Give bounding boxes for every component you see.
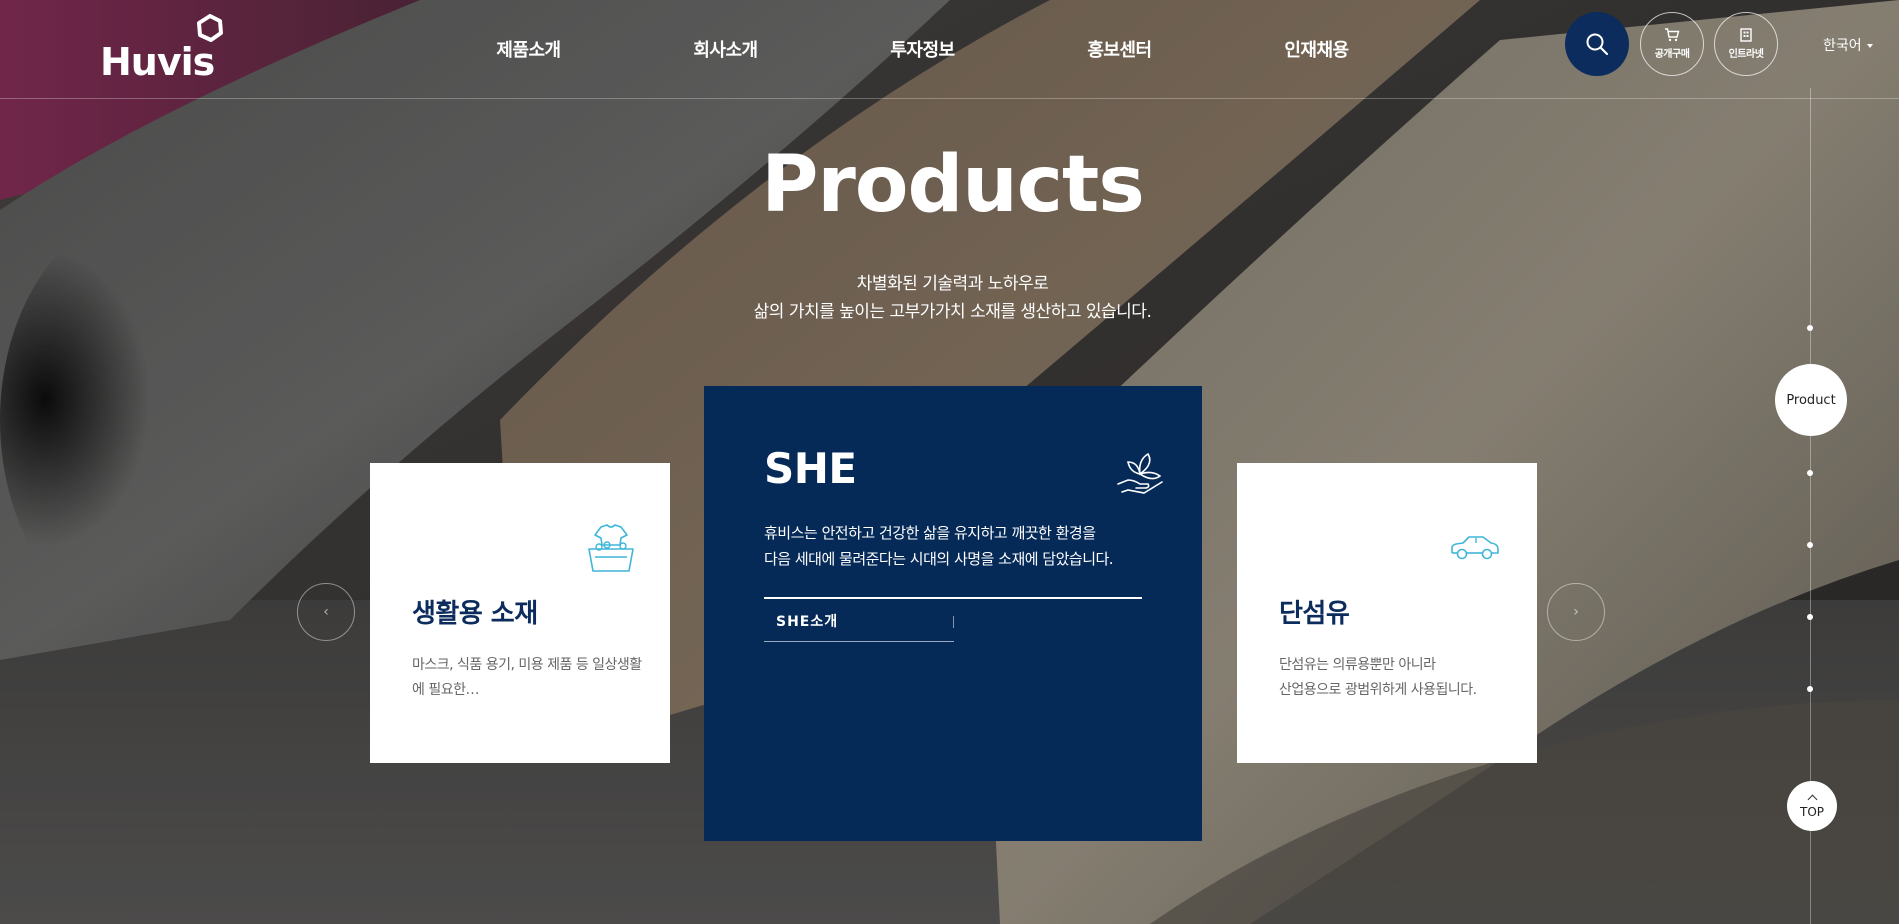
she-intro-link[interactable]: SHE소개 [764,612,954,642]
search-icon [1586,33,1609,56]
logo-text: Huvis [100,40,215,84]
card-text: 단섬유는 의류용뿐만 아니라 산업용으로 광범위하게 사용됩니다. [1279,653,1509,703]
section-nav-active-label: Product [1786,392,1836,408]
section-nav-dot[interactable] [1807,686,1813,692]
hand-leaf-icon [1117,452,1163,494]
cart-icon [1665,28,1680,42]
site-header: Huvis 제품소개 회사소개 투자정보 홍보센터 인재채용 공개구매 인트라넷 [0,0,1899,99]
brand-logo[interactable]: Huvis [100,12,230,84]
intranet-button[interactable]: 인트라넷 [1714,12,1778,76]
card-text-line-1: 휴비스는 안전하고 건강한 삶을 유지하고 깨끗한 환경을 [764,524,1096,542]
chevron-up-icon [1807,794,1817,805]
card-text: 휴비스는 안전하고 건강한 삶을 유지하고 깨끗한 환경을 다음 세대에 물려준… [764,520,1164,572]
link-label: SHE소개 [776,614,839,630]
card-title: SHE [764,444,857,493]
purchase-button[interactable]: 공개구매 [1640,12,1704,76]
main-nav: 제품소개 회사소개 투자정보 홍보센터 인재채용 [430,36,1415,62]
card-text-line-2: 산업용으로 광범위하게 사용됩니다. [1279,682,1477,698]
intranet-label: 인트라넷 [1728,49,1764,60]
logo-ring-icon [197,14,223,42]
nav-item-pr-center[interactable]: 홍보센터 [1021,36,1218,62]
search-button[interactable] [1565,12,1629,76]
section-nav-dot[interactable] [1807,325,1813,331]
section-nav-dot[interactable] [1807,470,1813,476]
language-selector[interactable]: 한국어 [1823,35,1873,55]
description-line-1: 차별화된 기술력과 노하우로 [856,274,1049,294]
section-nav-dot[interactable] [1807,614,1813,620]
carousel-next-button[interactable]: › [1547,583,1605,641]
purchase-label: 공개구매 [1654,49,1690,60]
page-description: 차별화된 기술력과 노하우로 삶의 가치를 높이는 고부가가치 소재를 생산하고… [0,270,1899,326]
laundry-basket-icon [588,524,634,572]
card-title: 단섬유 [1279,599,1350,629]
building-icon [1740,28,1752,42]
link-separator [953,616,954,628]
carousel-prev-button[interactable]: ‹ [297,583,355,641]
section-nav-active[interactable]: Product [1775,364,1847,436]
card-title: 생활용 소재 [412,599,538,629]
nav-item-careers[interactable]: 인재채용 [1218,36,1415,62]
product-card-staple-fiber[interactable]: 단섬유 단섬유는 의류용뿐만 아니라 산업용으로 광범위하게 사용됩니다. [1237,463,1537,763]
section-nav-dot[interactable] [1807,542,1813,548]
chevron-left-icon: ‹ [323,604,329,620]
card-text-line-1: 단섬유는 의류용뿐만 아니라 [1279,657,1436,673]
language-label: 한국어 [1823,38,1862,54]
top-label: TOP [1799,805,1824,819]
chevron-down-icon [1866,44,1873,48]
car-icon [1451,536,1499,560]
nav-item-products[interactable]: 제품소개 [430,36,627,62]
card-text: 마스크, 식품 용기, 미용 제품 등 일상생활에 필요한… [412,657,642,698]
card-text-line-2: 다음 세대에 물려준다는 시대의 사명을 소재에 담았습니다. [764,550,1114,568]
scroll-top-button[interactable]: TOP [1787,781,1837,831]
chevron-right-icon: › [1573,604,1579,620]
description-line-2: 삶의 가치를 높이는 고부가가치 소재를 생산하고 있습니다. [753,302,1152,322]
page-title: Products [761,140,1145,230]
nav-item-company[interactable]: 회사소개 [627,36,824,62]
product-card-living[interactable]: 생활용 소재 마스크, 식품 용기, 미용 제품 등 일상생활에 필요한… [370,463,670,763]
product-card-she[interactable]: SHE 휴비스는 안전하고 건강한 삶을 유지하고 깨끗한 환경을 다음 세대에… [704,386,1202,841]
nav-item-investor[interactable]: 투자정보 [824,36,1021,62]
card-divider [764,597,1142,599]
